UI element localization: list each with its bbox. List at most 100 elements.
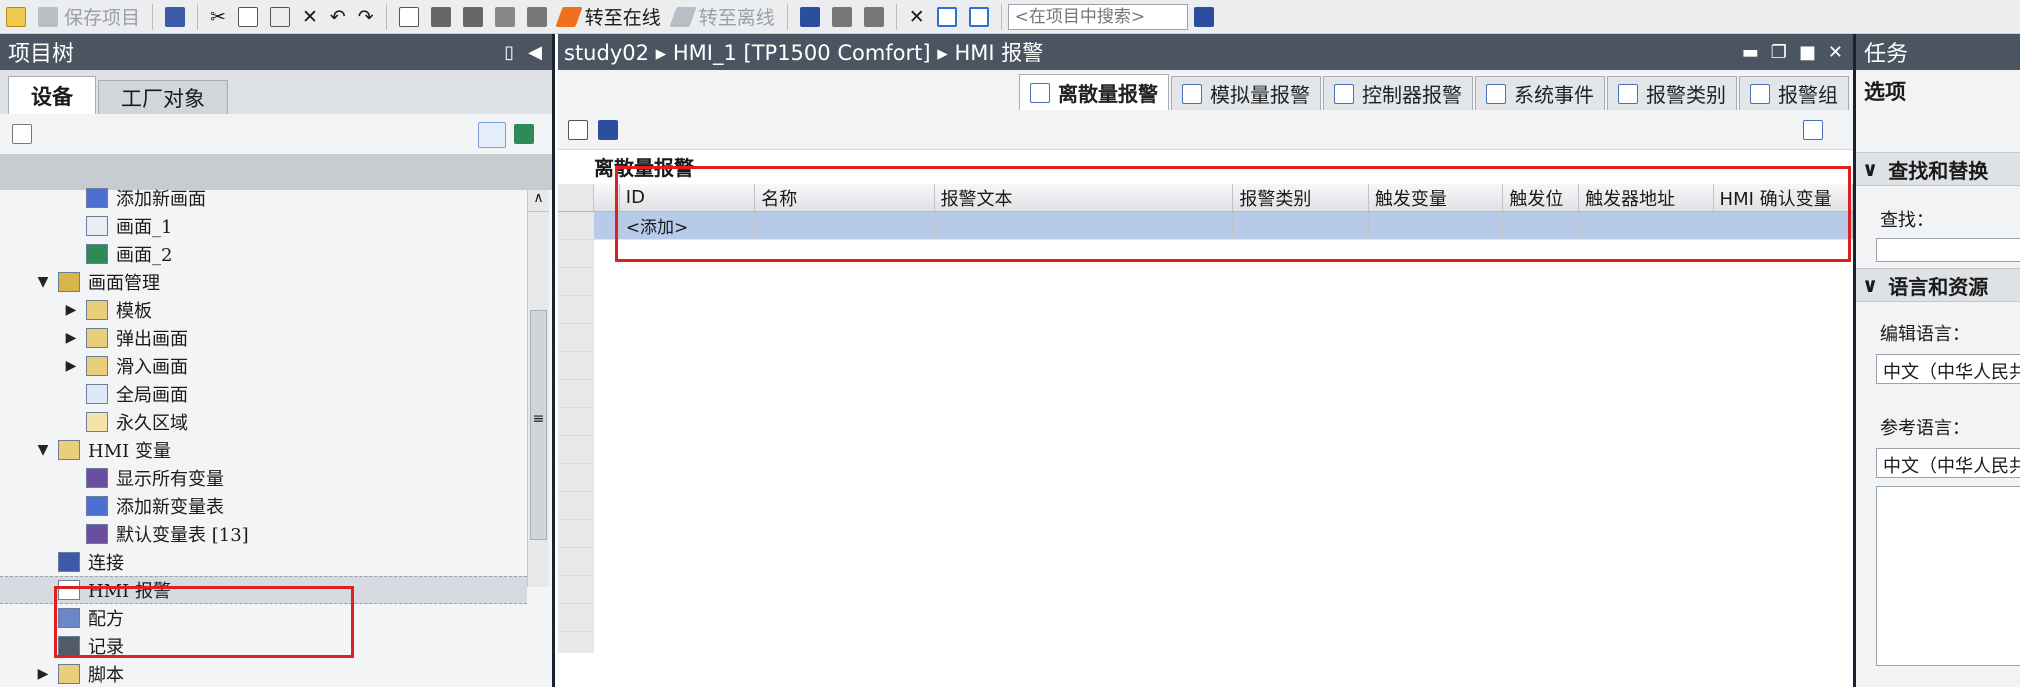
project-search-input[interactable] <box>1007 3 1188 30</box>
undo-button[interactable]: ↶ <box>324 2 352 32</box>
cross-reference-button[interactable]: ✕ <box>903 2 931 32</box>
tree-scrollbar[interactable]: ∧ ≡ <box>527 190 549 587</box>
tab-alarm-classes[interactable]: 报警类别 <box>1607 76 1737 110</box>
restore-icon[interactable]: ❐ <box>1771 42 1787 63</box>
save-project-button[interactable]: 保存项目 <box>32 2 146 32</box>
save-icon <box>38 6 58 27</box>
pin-icon[interactable]: ▯ <box>504 42 514 63</box>
tree-item[interactable]: ▼ 画面管理 <box>0 268 527 296</box>
tree-item[interactable]: 添加新画面 <box>0 184 527 212</box>
stop-simulation-button[interactable] <box>858 2 890 32</box>
tree-item[interactable]: 连接 <box>0 548 527 576</box>
expanded-arrow-icon[interactable]: ▼ <box>36 274 50 290</box>
find-replace-section[interactable]: ∨ 查找和替换 <box>1856 152 2020 186</box>
tree-properties-icon[interactable] <box>12 124 32 144</box>
compile-button[interactable] <box>393 2 425 32</box>
maximize-icon[interactable]: ■ <box>1799 42 1816 63</box>
scroll-thumb[interactable]: ≡ <box>530 310 547 540</box>
language-list[interactable] <box>1876 486 2020 666</box>
upload-icon <box>462 6 483 27</box>
delete-button[interactable]: ✕ <box>296 2 324 32</box>
tab-label: 报警组 <box>1778 83 1838 107</box>
tab-analog-alarms[interactable]: 模拟量报警 <box>1171 76 1321 110</box>
minimize-icon[interactable]: ▬ <box>1742 42 1759 63</box>
split-horizontal-button[interactable] <box>931 2 963 32</box>
tab-alarm-groups[interactable]: 报警组 <box>1739 76 1849 110</box>
accessible-devices-button[interactable] <box>794 2 826 32</box>
redo-button[interactable]: ↷ <box>352 2 380 32</box>
tab-devices[interactable]: 设备 <box>8 76 96 114</box>
compile-icon <box>398 6 419 27</box>
edit-language-select[interactable]: 中文（中华人民共和国） <box>1876 354 2020 384</box>
reference-language-select[interactable]: 中文（中华人民共和国） <box>1876 448 2020 478</box>
tree-item[interactable]: 永久区域 <box>0 408 527 436</box>
print-icon <box>165 6 186 27</box>
collapsed-arrow-icon[interactable]: ▶ <box>64 330 78 346</box>
device-button[interactable] <box>489 2 521 32</box>
import-icon[interactable] <box>598 120 618 140</box>
refresh-tree-icon[interactable] <box>514 124 534 144</box>
scroll-up-icon[interactable]: ∧ <box>528 190 549 212</box>
alarm-group-icon <box>1750 83 1770 104</box>
start-icon <box>831 6 852 27</box>
export-icon[interactable] <box>568 120 588 140</box>
breadcrumb-separator-icon: ▸ <box>937 41 955 65</box>
tree-item[interactable]: 全局画面 <box>0 380 527 408</box>
breadcrumb-page[interactable]: HMI 报警 <box>955 41 1044 65</box>
connection-icon <box>58 552 80 572</box>
tree-item-label: 画面_2 <box>116 245 173 266</box>
new-project-icon <box>6 6 26 27</box>
collapsed-arrow-icon[interactable]: ▶ <box>64 358 78 374</box>
tree-item[interactable]: ▶ 滑入画面 <box>0 352 527 380</box>
tree-item[interactable]: ▶ 弹出画面 <box>0 324 527 352</box>
tree-item[interactable]: ▶ 模板 <box>0 296 527 324</box>
go-offline-button[interactable]: 转至离线 <box>667 2 781 32</box>
collapsed-arrow-icon[interactable]: ▶ <box>64 302 78 318</box>
runtime-button[interactable] <box>521 2 553 32</box>
upload-button[interactable] <box>457 2 489 32</box>
breadcrumb-project[interactable]: study02 <box>564 41 649 65</box>
tree-item[interactable]: 默认变量表 [13] <box>0 520 527 548</box>
tree-item-label: 脚本 <box>88 665 124 686</box>
tab-discrete-alarms[interactable]: 离散量报警 <box>1019 74 1169 110</box>
start-simulation-button[interactable] <box>826 2 858 32</box>
highlight-box-alarm-table <box>615 166 1851 262</box>
print-button[interactable] <box>159 2 191 32</box>
folder-icon <box>86 328 108 348</box>
tab-system-events[interactable]: 系统事件 <box>1475 76 1605 110</box>
tree-item[interactable]: ▼ HMI 变量 <box>0 436 527 464</box>
tree-item-label: 画面管理 <box>88 273 160 294</box>
tab-label: 系统事件 <box>1514 83 1594 107</box>
tree-item[interactable]: 画面_1 <box>0 212 527 240</box>
chevron-down-icon: ∨ <box>1862 157 1879 181</box>
search-button[interactable] <box>1188 2 1220 32</box>
project-tree-title: 项目树 <box>8 42 75 67</box>
split-vertical-button[interactable] <box>963 2 995 32</box>
split-vertical-icon <box>968 6 989 27</box>
redo-icon: ↷ <box>357 5 374 28</box>
collapse-icon[interactable]: ◀ <box>528 42 542 63</box>
cut-button[interactable]: ✂ <box>204 2 232 32</box>
download-button[interactable] <box>425 2 457 32</box>
tab-controller-alarms[interactable]: 控制器报警 <box>1323 76 1473 110</box>
close-icon[interactable]: ✕ <box>1828 42 1843 63</box>
hmi-tags-folder-icon <box>58 440 80 460</box>
language-resources-section[interactable]: ∨ 语言和资源 <box>1856 268 2020 302</box>
paste-button[interactable] <box>264 2 296 32</box>
tree-item[interactable]: ▶ 脚本 <box>0 660 527 688</box>
user-settings-icon[interactable] <box>1803 120 1823 140</box>
tree-item[interactable]: 画面_2 <box>0 240 527 268</box>
find-input[interactable] <box>1876 238 2020 262</box>
tree-item[interactable]: 添加新变量表 <box>0 492 527 520</box>
copy-button[interactable] <box>232 2 264 32</box>
tree-item[interactable]: 显示所有变量 <box>0 464 527 492</box>
discrete-alarm-icon <box>1030 82 1050 103</box>
go-online-button[interactable]: 转至在线 <box>553 2 667 32</box>
collapsed-arrow-icon[interactable]: ▶ <box>36 666 50 682</box>
breadcrumb-device[interactable]: HMI_1 [TP1500 Comfort] <box>673 41 931 65</box>
scissors-icon: ✂ <box>210 5 226 28</box>
overview-icon[interactable] <box>478 122 506 148</box>
new-project-button[interactable] <box>0 2 32 32</box>
expanded-arrow-icon[interactable]: ▼ <box>36 442 50 458</box>
tab-plant-objects[interactable]: 工厂对象 <box>98 80 228 114</box>
